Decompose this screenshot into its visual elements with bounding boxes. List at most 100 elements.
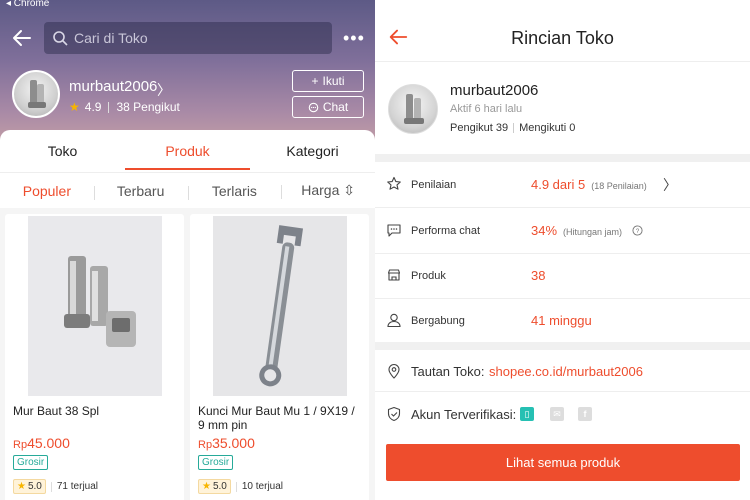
product-sold-count: 10 terjual — [241, 481, 284, 492]
shop-link-label: Tautan Toko: — [411, 364, 485, 379]
products-row: Produk 38 — [375, 253, 750, 299]
shop-name[interactable]: murbaut2006 — [69, 78, 157, 95]
details-header: Rincian Toko — [375, 0, 750, 62]
plus-icon: + — [311, 74, 319, 88]
shop-rating-value: 4.9 — [84, 100, 102, 114]
email-icon: ✉ — [550, 407, 564, 421]
product-rating-value: 5.0 — [212, 481, 227, 492]
tab-kategori[interactable]: Kategori — [250, 130, 375, 172]
star-icon: ★ — [202, 481, 211, 492]
shop-link-row: Tautan Toko: shopee.co.id/murbaut2006 — [375, 350, 750, 392]
storefront-icon — [387, 269, 401, 281]
more-options-icon[interactable]: ••• — [343, 29, 365, 47]
product-image-bolts[interactable] — [28, 216, 162, 396]
grosir-badge: Grosir — [198, 455, 234, 470]
shop-followers: 38 Pengikut — [116, 100, 180, 114]
divider — [235, 481, 237, 492]
currency-label: Rp — [198, 439, 213, 451]
user-icon — [387, 313, 401, 328]
rating-value: 4.9 dari 5 (18 Penilaian) — [531, 177, 647, 192]
last-active-status: Aktif 6 hari lalu — [450, 103, 523, 115]
chat-performance-row: Performa chat 34% (Hitungan jam) ? — [375, 208, 750, 254]
tab-produk[interactable]: Produk — [125, 130, 250, 172]
status-bar-app: ◂ Chrome — [6, 0, 50, 9]
chat-bubble-icon — [308, 102, 319, 112]
shop-avatar[interactable] — [12, 70, 60, 118]
sort-populer[interactable]: Populer — [0, 183, 94, 199]
rating-count: (18 Penilaian) — [591, 181, 647, 191]
shop-details-screen: Rincian Toko murbaut2006 Aktif 6 hari la… — [375, 0, 750, 500]
joined-value: 41 minggu — [531, 313, 592, 328]
product-card[interactable]: Kunci Mur Baut Mu 1 / 9X19 / 9 mm pin Rp… — [190, 214, 369, 500]
products-label: Produk — [411, 269, 446, 282]
follow-stats: Pengikut 39 Mengikuti 0 — [450, 122, 575, 134]
chat-performance-label: Performa chat — [411, 224, 481, 237]
phone-verified-icon: ▯ — [520, 407, 534, 421]
chevron-right-icon[interactable]: 〉 — [157, 80, 171, 100]
product-title[interactable]: Kunci Mur Baut Mu 1 / 9X19 / 9 mm pin — [198, 404, 364, 432]
joined-row: Bergabung 41 minggu — [375, 298, 750, 344]
svg-text:?: ? — [635, 228, 639, 235]
follow-button[interactable]: + Ikuti — [292, 70, 364, 92]
help-icon[interactable]: ? — [632, 225, 643, 236]
product-rating: ★ 5.0 — [198, 479, 231, 494]
sort-terbaru[interactable]: Terbaru — [93, 183, 188, 200]
shop-link-url[interactable]: shopee.co.id/murbaut2006 — [489, 364, 643, 379]
chat-bubble-icon — [387, 224, 401, 237]
facebook-icon: f — [578, 407, 592, 421]
product-rating-value: 5.0 — [27, 481, 42, 492]
view-all-products-button[interactable]: Lihat semua produk — [386, 444, 740, 481]
followers-count: Pengikut 39 — [450, 122, 509, 134]
products-value: 38 — [531, 268, 546, 283]
product-image-wrench[interactable] — [213, 216, 347, 396]
price-value: 35.000 — [212, 435, 255, 451]
star-outline-icon — [387, 176, 401, 190]
sort-terlaris[interactable]: Terlaris — [187, 183, 282, 200]
section-divider — [375, 154, 750, 162]
star-icon: ★ — [17, 481, 26, 492]
location-pin-icon — [388, 364, 400, 379]
rating-row[interactable]: Penilaian 4.9 dari 5 (18 Penilaian) 〉 — [375, 162, 750, 208]
chevron-right-icon[interactable]: 〉 — [663, 175, 677, 195]
verified-account-row: Akun Terverifikasi: ▯ ✉ f — [375, 392, 750, 436]
currency-label: Rp — [13, 439, 28, 451]
verified-label: Akun Terverifikasi: — [411, 407, 517, 422]
divider — [50, 481, 52, 492]
back-arrow-icon[interactable] — [10, 26, 34, 50]
search-icon — [53, 31, 68, 46]
sort-harga[interactable]: Harga ⇳ — [281, 182, 375, 199]
shield-check-icon — [387, 406, 401, 422]
product-price: Rp45.000 — [13, 435, 70, 451]
product-sold-count: 71 terjual — [56, 481, 99, 492]
product-meta: ★ 5.0 71 terjual — [13, 479, 98, 494]
product-card[interactable]: Mur Baut 38 Spl Rp45.000 Grosir ★ 5.0 71 … — [5, 214, 184, 500]
tab-toko[interactable]: Toko — [0, 130, 125, 172]
shop-header-banner: ◂ Chrome ••• murbaut2006 〉 ★ 4.9 38 Pe — [0, 0, 375, 150]
shop-tabs: Toko Produk Kategori — [0, 130, 375, 172]
product-price: Rp35.000 — [198, 435, 255, 451]
shop-profile: murbaut2006 Aktif 6 hari lalu Pengikut 3… — [375, 64, 750, 154]
shop-avatar[interactable] — [388, 84, 438, 134]
divider — [108, 101, 110, 113]
following-count: Mengikuti 0 — [519, 122, 576, 134]
rating-label: Penilaian — [411, 178, 457, 191]
divider — [513, 123, 515, 133]
shop-name: murbaut2006 — [450, 82, 539, 99]
chat-button[interactable]: Chat — [292, 96, 364, 118]
page-title: Rincian Toko — [511, 28, 614, 48]
chat-note: (Hitungan jam) — [563, 227, 623, 237]
price-value: 45.000 — [27, 435, 70, 451]
shop-search-bar[interactable] — [44, 22, 332, 54]
rating-score: 4.9 dari 5 — [531, 177, 586, 192]
search-input[interactable] — [74, 30, 314, 46]
product-meta: ★ 5.0 10 terjual — [198, 479, 283, 494]
joined-label: Bergabung — [411, 314, 465, 327]
follow-button-label: Ikuti — [322, 74, 345, 88]
chat-performance-value: 34% (Hitungan jam) ? — [531, 223, 643, 238]
star-icon: ★ — [69, 100, 80, 114]
sort-bar: Populer Terbaru Terlaris Harga ⇳ — [0, 172, 375, 208]
grosir-badge: Grosir — [13, 455, 49, 470]
chat-percent: 34% — [531, 223, 558, 238]
shop-rating-summary: ★ 4.9 38 Pengikut — [69, 100, 180, 114]
product-title[interactable]: Mur Baut 38 Spl — [13, 404, 179, 418]
